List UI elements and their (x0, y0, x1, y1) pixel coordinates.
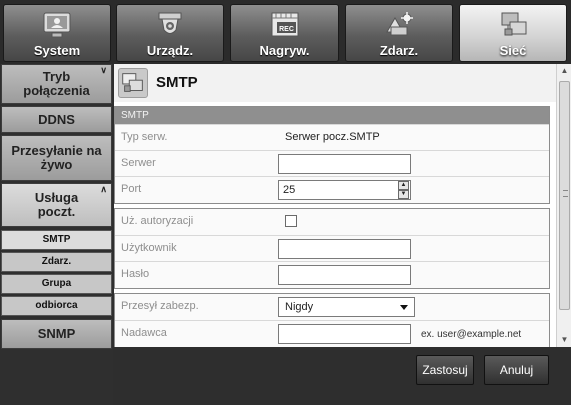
row-label: Nadawca (121, 327, 167, 339)
tab-network[interactable]: Sieć (459, 4, 567, 62)
select-value: Nigdy (285, 301, 314, 313)
sender-row: Nadawca ex. user@example.net (115, 320, 549, 346)
row-label: Port (121, 183, 142, 195)
sidebar-subitem-label: odbiorca (35, 300, 78, 311)
server-type-value: Serwer pocz.SMTP (285, 131, 380, 143)
cancel-button[interactable]: Anuluj (484, 355, 549, 385)
rec-icon: REC (271, 12, 298, 37)
network-icon (501, 12, 527, 36)
secure-group: Przesył zabezp. Nigdy Nadawca ex. user@e… (114, 293, 550, 347)
sidebar-item-snmp[interactable]: SNMP (1, 319, 112, 349)
sidebar-item-label: Usługa poczt. (34, 190, 79, 219)
sidebar-item-label: Przesyłanie na żywo (11, 143, 102, 172)
sidebar: Tryb połączenia ∨ DDNS Przesyłanie na ży… (0, 64, 113, 405)
smtp-group: SMTP Typ serw. Serwer pocz.SMTP Serwer P… (114, 106, 550, 204)
row-label: Hasło (121, 268, 150, 280)
camera-icon (158, 12, 182, 34)
tab-label: Nagryw. (259, 43, 310, 58)
apply-button[interactable]: Zastosuj (416, 355, 474, 385)
rec-icon-text: REC (279, 26, 294, 33)
stepper-up-icon[interactable]: ▲ (398, 181, 409, 190)
row-label: Uż. autoryzacji (121, 215, 194, 227)
sender-hint: ex. user@example.net (421, 329, 522, 340)
sidebar-subitem-recipient[interactable]: odbiorca (1, 296, 112, 316)
tab-recording[interactable]: REC Nagryw. (230, 4, 339, 62)
sidebar-item-mail-service[interactable]: Usługa poczt. ∧ (1, 183, 112, 227)
row-label: Przesył zabezp. (121, 300, 199, 312)
server-row: Serwer (115, 150, 549, 176)
event-icon (386, 12, 413, 36)
tab-device[interactable]: Urządz. (116, 4, 224, 62)
port-input[interactable]: 25 (278, 180, 411, 200)
scroll-up-icon[interactable]: ▲ (557, 64, 571, 78)
sidebar-subitem-label: Zdarz. (41, 256, 72, 267)
scroll-thumb[interactable] (559, 81, 570, 310)
server-input[interactable] (278, 154, 411, 174)
password-row: Hasło (115, 261, 549, 287)
tab-label: Zdarz. (379, 43, 419, 58)
group-heading: SMTP (115, 107, 549, 124)
secure-transfer-row: Przesył zabezp. Nigdy (115, 294, 549, 320)
stepper-down-icon[interactable]: ▼ (398, 190, 409, 199)
tab-event[interactable]: Zdarz. (345, 4, 453, 62)
top-nav: System Urządz. REC Nagryw. Zdarz. Sieć (0, 0, 571, 64)
secure-transfer-select[interactable]: Nigdy (278, 297, 415, 317)
chevron-down-icon: ∨ (100, 65, 107, 75)
scroll-down-icon[interactable]: ▼ (557, 333, 571, 347)
settings-card: SMTP SMTP Typ serw. Serwer pocz.SMTP Ser… (114, 64, 556, 347)
sidebar-item-label: SNMP (37, 326, 76, 341)
tab-system[interactable]: System (3, 4, 111, 62)
tab-label: System (33, 43, 81, 58)
row-label: Użytkownik (121, 242, 177, 254)
system-icon (43, 12, 71, 38)
password-input[interactable] (278, 265, 411, 285)
page-header: SMTP (114, 64, 556, 102)
tab-label: Sieć (499, 43, 527, 58)
sidebar-subitem-event[interactable]: Zdarz. (1, 252, 112, 272)
content-panel: SMTP SMTP Typ serw. Serwer pocz.SMTP Ser… (113, 64, 571, 405)
use-auth-checkbox[interactable] (285, 215, 297, 227)
sidebar-item-label: Tryb połączenia (23, 69, 90, 98)
port-stepper[interactable]: ▲ ▼ (398, 181, 409, 199)
server-type-row: Typ serw. Serwer pocz.SMTP (115, 124, 549, 150)
sidebar-subitem-label: Grupa (41, 278, 72, 289)
sidebar-subitem-group[interactable]: Grupa (1, 274, 112, 294)
sidebar-subitem-label: SMTP (42, 234, 71, 245)
dropdown-arrow-icon (400, 305, 408, 310)
user-input[interactable] (278, 239, 411, 259)
row-label: Serwer (121, 157, 156, 169)
sidebar-item-live-stream[interactable]: Przesyłanie na żywo (1, 135, 112, 181)
auth-group: Uż. autoryzacji Użytkownik Hasło (114, 208, 550, 289)
user-row: Użytkownik (115, 235, 549, 261)
sidebar-item-connection-mode[interactable]: Tryb połączenia ∨ (1, 64, 112, 104)
sidebar-item-label: DDNS (38, 111, 75, 127)
chevron-up-icon: ∧ (100, 184, 107, 194)
tab-label: Urządz. (146, 43, 194, 58)
vertical-scrollbar[interactable]: ▲ ▼ (556, 64, 571, 347)
use-auth-row: Uż. autoryzacji (115, 209, 549, 235)
sender-input[interactable] (278, 324, 411, 344)
port-row: Port 25 ▲ ▼ (115, 176, 549, 202)
sidebar-subitem-smtp[interactable]: SMTP (1, 230, 112, 250)
page-title: SMTP (156, 74, 198, 91)
grip-icon (563, 190, 568, 197)
sidebar-item-ddns[interactable]: DDNS (1, 106, 112, 133)
network-icon (118, 68, 148, 98)
row-label: Typ serw. (121, 131, 168, 143)
